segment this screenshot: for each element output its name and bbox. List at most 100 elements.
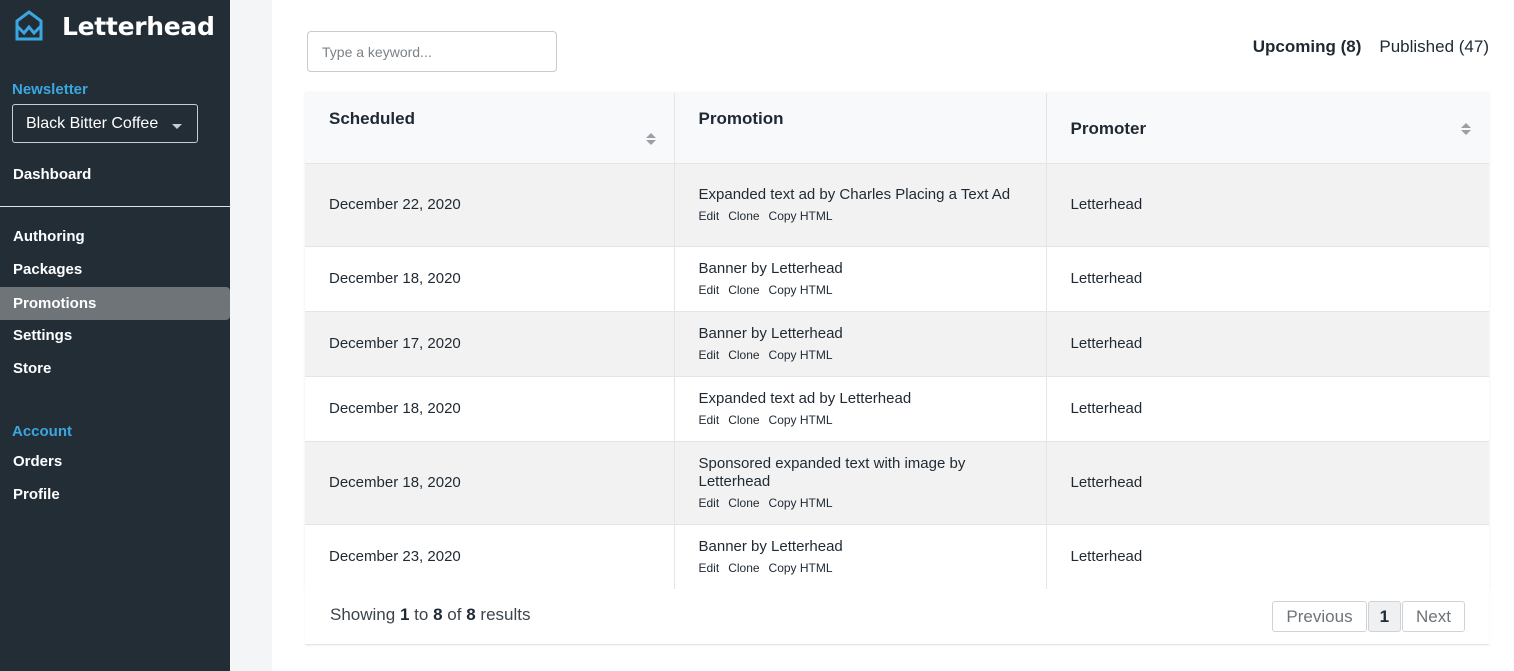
promoter-cell: Letterhead [1046, 524, 1489, 589]
promoter-cell: Letterhead [1046, 441, 1489, 525]
row-actions: Edit Clone Copy HTML [699, 209, 1046, 223]
tab-published[interactable]: Published (47) [1379, 37, 1489, 57]
clone-link[interactable]: Clone [728, 209, 759, 223]
table-row: December 17, 2020 Banner by Letterhead E… [305, 311, 1489, 377]
copy-html-link[interactable]: Copy HTML [769, 413, 833, 427]
brand-name: Letterhead [62, 11, 215, 41]
sidebar-item-store[interactable]: Store [0, 352, 230, 385]
promoter-cell: Letterhead [1046, 376, 1489, 442]
column-header-scheduled[interactable]: Scheduled [305, 93, 675, 164]
promotion-cell: Expanded text ad by Letterhead Edit Clon… [674, 376, 1047, 442]
status-tabs: Upcoming (8) Published (47) [1253, 37, 1489, 57]
sidebar-item-settings[interactable]: Settings [0, 319, 230, 352]
row-actions: Edit Clone Copy HTML [699, 413, 1046, 427]
search-input[interactable] [307, 31, 557, 72]
newsletter-section-label: Newsletter [12, 81, 88, 98]
scheduled-cell: December 18, 2020 [305, 441, 675, 525]
promotion-cell: Banner by Letterhead Edit Clone Copy HTM… [674, 246, 1047, 312]
promotions-table-container: Scheduled Promotion Promoter December 22… [305, 93, 1489, 589]
table-row: December 23, 2020 Banner by Letterhead E… [305, 524, 1489, 589]
promotion-title: Banner by Letterhead [698, 538, 843, 555]
chevron-down-icon [172, 124, 182, 129]
pagination: Previous 1 Next [1272, 601, 1465, 632]
promotion-title: Banner by Letterhead [698, 260, 843, 277]
scheduled-cell: December 18, 2020 [305, 376, 675, 442]
promotions-table: Scheduled Promotion Promoter December 22… [305, 93, 1489, 589]
copy-html-link[interactable]: Copy HTML [769, 209, 833, 223]
table-row: December 18, 2020 Expanded text ad by Le… [305, 376, 1489, 442]
logo[interactable]: Letterhead [12, 10, 215, 42]
clone-link[interactable]: Clone [728, 496, 759, 510]
edit-link[interactable]: Edit [699, 496, 720, 510]
sidebar-item-orders[interactable]: Orders [0, 445, 230, 478]
clone-link[interactable]: Clone [728, 348, 759, 362]
scheduled-cell: December 23, 2020 [305, 524, 675, 589]
sidebar-item-promotions[interactable]: Promotions [0, 287, 230, 320]
showing-prefix: Showing [330, 605, 396, 624]
row-actions: Edit Clone Copy HTML [699, 283, 1046, 297]
table-footer: Showing 1 to 8 of 8 results Previous 1 N… [305, 589, 1489, 645]
newsletter-select-value: Black Bitter Coffee [26, 114, 159, 132]
sidebar-item-packages[interactable]: Packages [0, 253, 230, 286]
edit-link[interactable]: Edit [699, 209, 720, 223]
next-page-button[interactable]: Next [1402, 601, 1465, 632]
promoter-cell: Letterhead [1046, 163, 1489, 247]
promotion-cell: Expanded text ad by Charles Placing a Te… [674, 163, 1047, 247]
to-word: to [414, 605, 429, 624]
crown-mountain-icon [15, 10, 43, 41]
table-row: December 22, 2020 Expanded text ad by Ch… [305, 163, 1489, 247]
promotion-title: Expanded text ad by Letterhead [698, 390, 912, 407]
row-actions: Edit Clone Copy HTML [699, 348, 1046, 362]
promotion-cell: Sponsored expanded text with image by Le… [674, 441, 1047, 525]
sort-icon[interactable] [1461, 123, 1471, 137]
copy-html-link[interactable]: Copy HTML [769, 283, 833, 297]
sort-icon[interactable] [645, 133, 656, 147]
column-header-promoter[interactable]: Promoter [1046, 93, 1489, 164]
table-header-row: Scheduled Promotion Promoter [305, 93, 1489, 164]
newsletter-select[interactable]: Black Bitter Coffee [12, 104, 198, 143]
promoter-cell: Letterhead [1046, 246, 1489, 312]
sidebar: Letterhead Newsletter Black Bitter Coffe… [0, 0, 230, 671]
copy-html-link[interactable]: Copy HTML [769, 348, 833, 362]
edit-link[interactable]: Edit [699, 348, 720, 362]
scheduled-cell: December 18, 2020 [305, 246, 675, 312]
column-header-label: Promoter [1070, 119, 1147, 138]
results-suffix: results [480, 605, 531, 624]
column-header-label: Promotion [698, 109, 784, 128]
sidebar-item-dashboard[interactable]: Dashboard [0, 158, 230, 191]
tab-upcoming[interactable]: Upcoming (8) [1253, 37, 1362, 57]
table-row: December 18, 2020 Sponsored expanded tex… [305, 441, 1489, 525]
edit-link[interactable]: Edit [699, 561, 720, 575]
sidebar-divider [0, 206, 230, 207]
sidebar-item-profile[interactable]: Profile [0, 478, 230, 511]
copy-html-link[interactable]: Copy HTML [769, 561, 833, 575]
previous-page-button[interactable]: Previous [1272, 601, 1367, 632]
column-header-label: Scheduled [329, 109, 415, 128]
promoter-cell: Letterhead [1046, 311, 1489, 377]
promotion-title: Sponsored expanded text with image by Le… [698, 455, 966, 490]
row-actions: Edit Clone Copy HTML [699, 496, 1046, 510]
results-to: 8 [433, 605, 443, 624]
account-section-label: Account [12, 423, 72, 440]
row-actions: Edit Clone Copy HTML [699, 561, 1046, 575]
results-summary: Showing 1 to 8 of 8 results [330, 605, 530, 625]
promotion-cell: Banner by Letterhead Edit Clone Copy HTM… [674, 524, 1047, 589]
scheduled-cell: December 22, 2020 [305, 163, 675, 247]
page-1-button[interactable]: 1 [1367, 601, 1402, 632]
edit-link[interactable]: Edit [699, 283, 720, 297]
column-header-promotion: Promotion [674, 93, 1047, 164]
results-total: 8 [466, 605, 476, 624]
clone-link[interactable]: Clone [728, 413, 759, 427]
copy-html-link[interactable]: Copy HTML [769, 496, 833, 510]
promotion-title: Expanded text ad by Charles Placing a Te… [698, 186, 1011, 203]
edit-link[interactable]: Edit [699, 413, 720, 427]
promotion-title: Banner by Letterhead [698, 325, 843, 342]
scheduled-cell: December 17, 2020 [305, 311, 675, 377]
clone-link[interactable]: Clone [728, 561, 759, 575]
sidebar-item-authoring[interactable]: Authoring [0, 220, 230, 253]
results-from: 1 [399, 605, 410, 624]
of-word: of [447, 605, 462, 624]
main-content: Upcoming (8) Published (47) Scheduled Pr… [272, 0, 1514, 671]
promotion-cell: Banner by Letterhead Edit Clone Copy HTM… [674, 311, 1047, 377]
clone-link[interactable]: Clone [728, 283, 759, 297]
